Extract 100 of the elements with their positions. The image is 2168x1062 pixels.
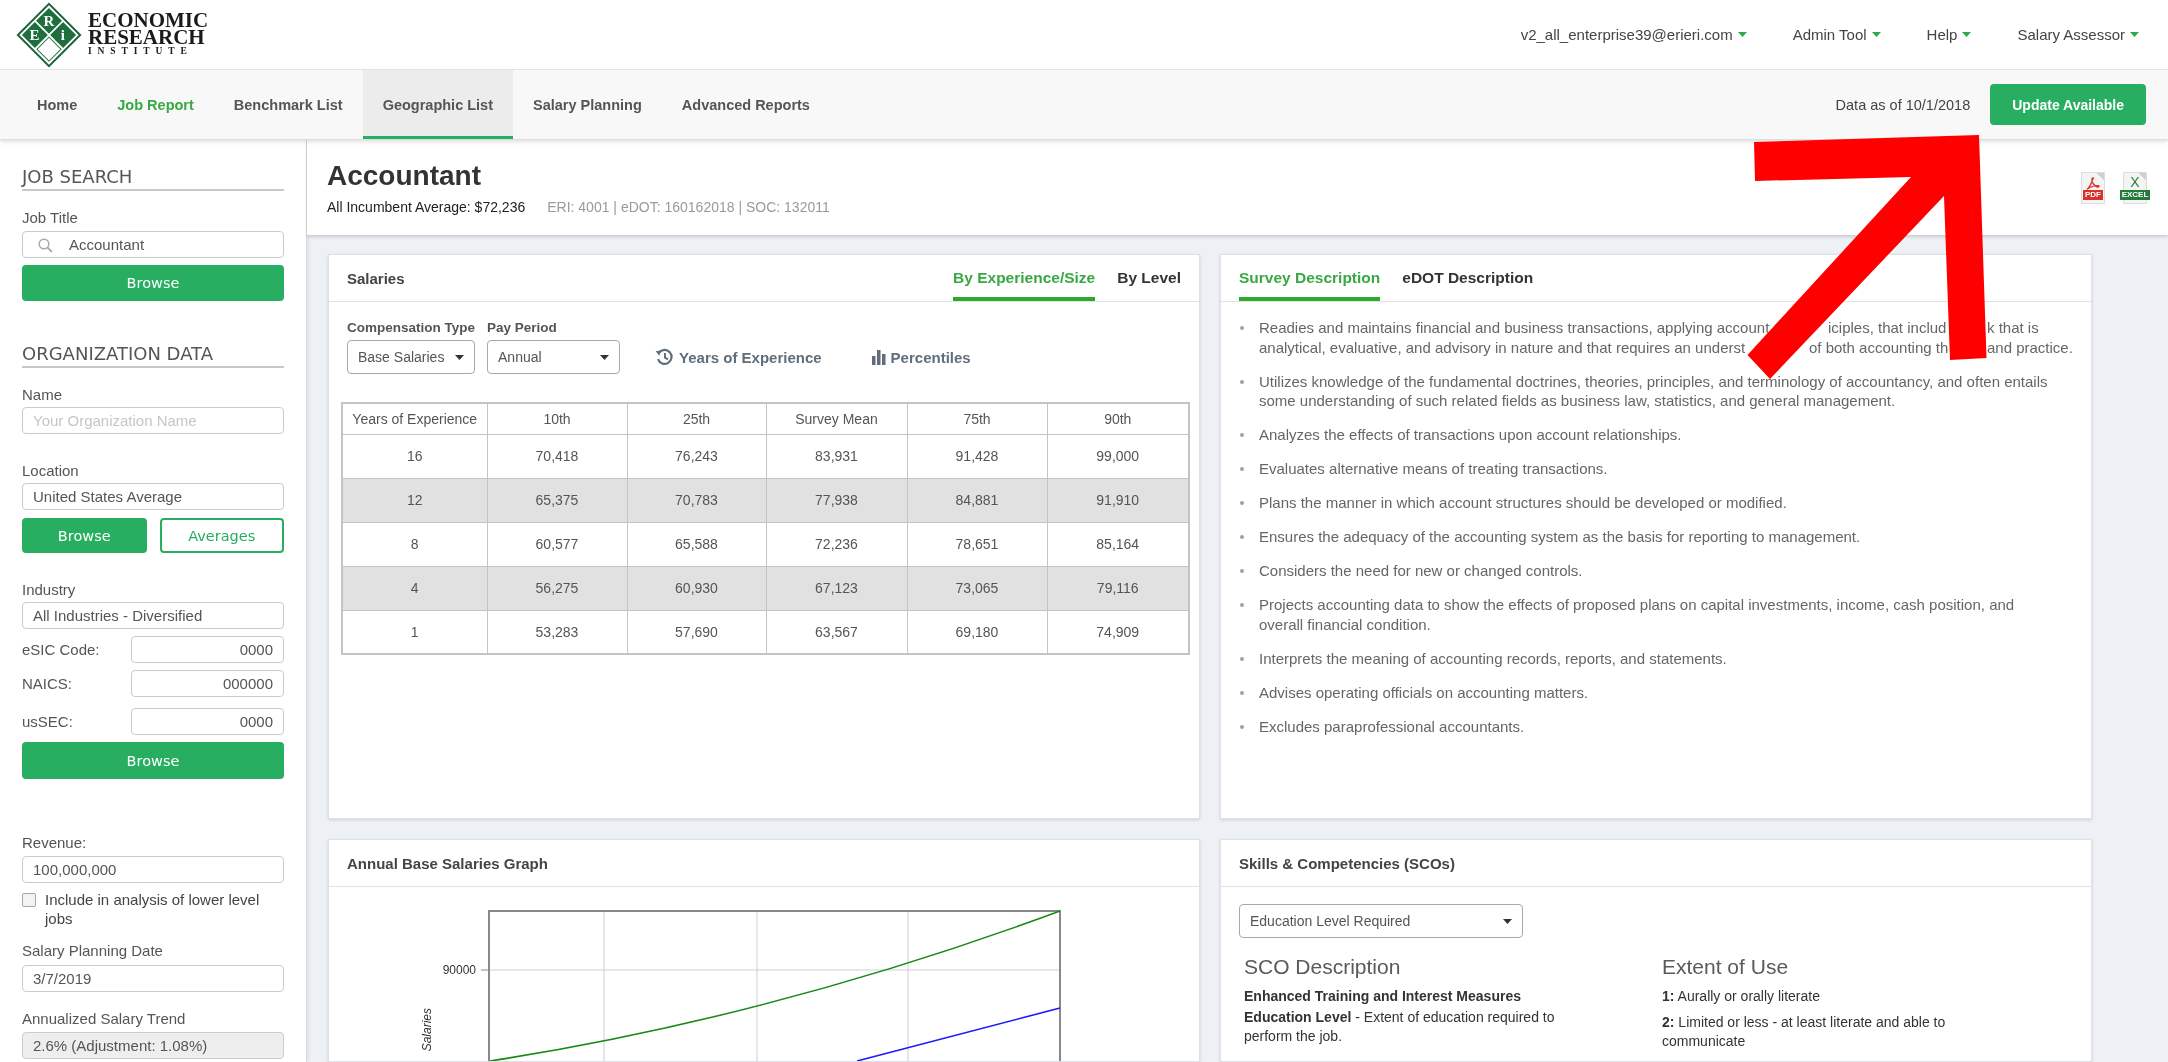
sco-text: Education Level - Extent of education required to perform the job.	[1244, 1008, 1556, 1046]
industry-input[interactable]: All Industries - Diversified	[22, 602, 284, 629]
nav-tab[interactable]: Geographic List	[362, 70, 513, 139]
description-text: k that is	[1987, 318, 2039, 338]
excel-export-button[interactable]: X EXCEL	[2123, 172, 2147, 204]
axis-title: Salaries	[420, 1008, 434, 1052]
description-text: Considers the need for new or changed controls.	[1259, 561, 1584, 581]
history-icon	[655, 348, 674, 366]
description-text: Excludes paraprofessional accountants.	[1259, 716, 1526, 736]
view-tab[interactable]: By Level	[1117, 255, 1181, 301]
bullet-icon	[1240, 379, 1244, 384]
table-cell: 65,375	[487, 478, 627, 522]
code-input[interactable]: 0000	[131, 708, 284, 735]
field-label: eSIC Code:	[22, 641, 100, 658]
description-text: of both accounting th	[1809, 337, 1949, 357]
table-cell: 78,651	[907, 522, 1047, 566]
column-header: 25th	[627, 403, 766, 434]
filter-dropdown[interactable]: Base Salaries	[347, 340, 475, 374]
top-menu-link[interactable]: Salary Assessor	[2017, 26, 2139, 43]
location-input[interactable]: United States Average	[22, 483, 284, 510]
organization-name-input[interactable]: Your Organization Name	[22, 407, 284, 434]
bullet-icon	[1240, 501, 1244, 505]
description-text: Analyzes the effects of transactions upon account relationships.	[1259, 425, 1683, 445]
incumbent-average: All Incumbent Average: $72,236	[327, 198, 526, 216]
column-header: 75th	[907, 403, 1047, 434]
description-text: Utilizes knowledge of the fundamental doctrines, theories, principles, and terminology of accountancy, and often entails some understanding of such related fields as business law, statistics, and general management.	[1259, 371, 2049, 411]
bullet-icon	[1240, 467, 1244, 471]
top-menu-link[interactable]: v2_all_enterprise39@erieri.com	[1520, 26, 1747, 43]
table-cell: 72,236	[766, 522, 907, 566]
field-label: Industry	[22, 581, 77, 599]
filter-dropdown[interactable]: Annual	[487, 340, 620, 374]
caret-icon	[1737, 32, 1747, 37]
revenue-input[interactable]: 100,000,000	[22, 856, 284, 883]
section-heading: Extent of Use	[1662, 955, 1790, 979]
caret-icon	[1503, 918, 1512, 924]
nav-tab[interactable]: Salary Planning	[513, 70, 662, 139]
field-label: NAICS:	[22, 675, 72, 692]
logo-text: INSTITUTE	[88, 46, 194, 57]
card-title: Skills & Competencies (SCOs)	[1239, 854, 1455, 872]
data-date: Data as of 10/1/2018	[1835, 96, 1971, 113]
bullet-icon	[1240, 690, 1244, 695]
chart-toggle-button[interactable]: Percentiles	[871, 340, 971, 374]
top-menu-link[interactable]: Help	[1926, 26, 1972, 43]
chart-toggle-button[interactable]: Years of Experience	[655, 340, 822, 374]
sco-dropdown[interactable]: Education Level Required	[1239, 904, 1523, 938]
bullet-icon	[1240, 326, 1244, 330]
bullet-icon	[1240, 535, 1244, 539]
bullet-icon	[1240, 433, 1244, 437]
table-cell: 70,783	[627, 478, 766, 522]
caret-icon	[1962, 32, 1972, 37]
bullet-icon	[1240, 656, 1244, 661]
nav-tab[interactable]: Advanced Reports	[661, 70, 830, 139]
code-input[interactable]: 0000	[131, 636, 284, 663]
section-heading: SCO Description	[1244, 955, 1402, 979]
pdf-export-button[interactable]: PDF	[2081, 172, 2105, 204]
field-label: Location	[22, 462, 80, 480]
job-title-input[interactable]: Accountant	[22, 231, 284, 258]
axis-tick-label: 90000	[442, 963, 476, 977]
section-heading: JOB SEARCH	[22, 166, 284, 191]
extent-item: 1: Aurally or orally literate	[1662, 987, 1821, 1006]
column-header: Survey Mean	[766, 403, 907, 434]
job-title: Accountant	[327, 160, 482, 192]
field-label: Name	[22, 386, 63, 404]
description-text: iciples, that includ	[1828, 318, 1947, 338]
table-cell: 16	[342, 434, 487, 478]
caret-icon	[1871, 32, 1881, 37]
table-cell: 12	[342, 478, 487, 522]
bar-chart-icon	[871, 349, 886, 365]
field-label: Job Title	[22, 209, 79, 227]
description-text: Ensures the adequacy of the accounting system as the basis for reporting to management.	[1259, 527, 1862, 547]
table-cell: 77,938	[766, 478, 907, 522]
field-label: usSEC:	[22, 713, 73, 730]
search-icon	[38, 238, 53, 253]
description-text: analytical, evaluative, and advisory in nature and that requires an underst	[1259, 337, 1746, 357]
filter-label: Pay Period	[487, 319, 558, 336]
table-cell: 60,577	[487, 522, 627, 566]
top-menu-link[interactable]: Admin Tool	[1792, 26, 1881, 43]
caret-icon	[600, 354, 609, 360]
table-cell: 65,588	[627, 522, 766, 566]
sco-title: Enhanced Training and Interest Measures	[1244, 987, 1522, 1006]
field-label: Revenue:	[22, 834, 88, 852]
code-input[interactable]: 000000	[131, 670, 284, 697]
table-cell: 70,418	[487, 434, 627, 478]
table-cell: 84,881	[907, 478, 1047, 522]
table-cell: 56,275	[487, 566, 627, 610]
bullet-icon	[1240, 569, 1244, 573]
date-input[interactable]: 3/7/2019	[22, 965, 284, 992]
nav-tab[interactable]: Benchmark List	[213, 70, 363, 139]
caret-icon	[2130, 32, 2139, 37]
checkbox[interactable]	[22, 893, 36, 907]
card-title: Salaries	[347, 269, 405, 287]
logo-text: ECONOMIC	[88, 12, 209, 29]
filter-label: Compensation Type	[347, 319, 475, 336]
description-tab[interactable]: eDOT Description	[1402, 255, 1534, 301]
nav-tab[interactable]: Home	[17, 70, 98, 139]
table-cell: 8	[342, 522, 487, 566]
description-text: Projects accounting data to show the effects of proposed plans on capital investments, income, cash position, and overall financial condition.	[1259, 595, 2016, 634]
field-label: Annualized Salary Trend	[22, 1010, 187, 1028]
table-cell: 73,065	[907, 566, 1047, 610]
job-codes: ERI: 4001 | eDOT: 160162018 | SOC: 132011	[547, 198, 830, 216]
